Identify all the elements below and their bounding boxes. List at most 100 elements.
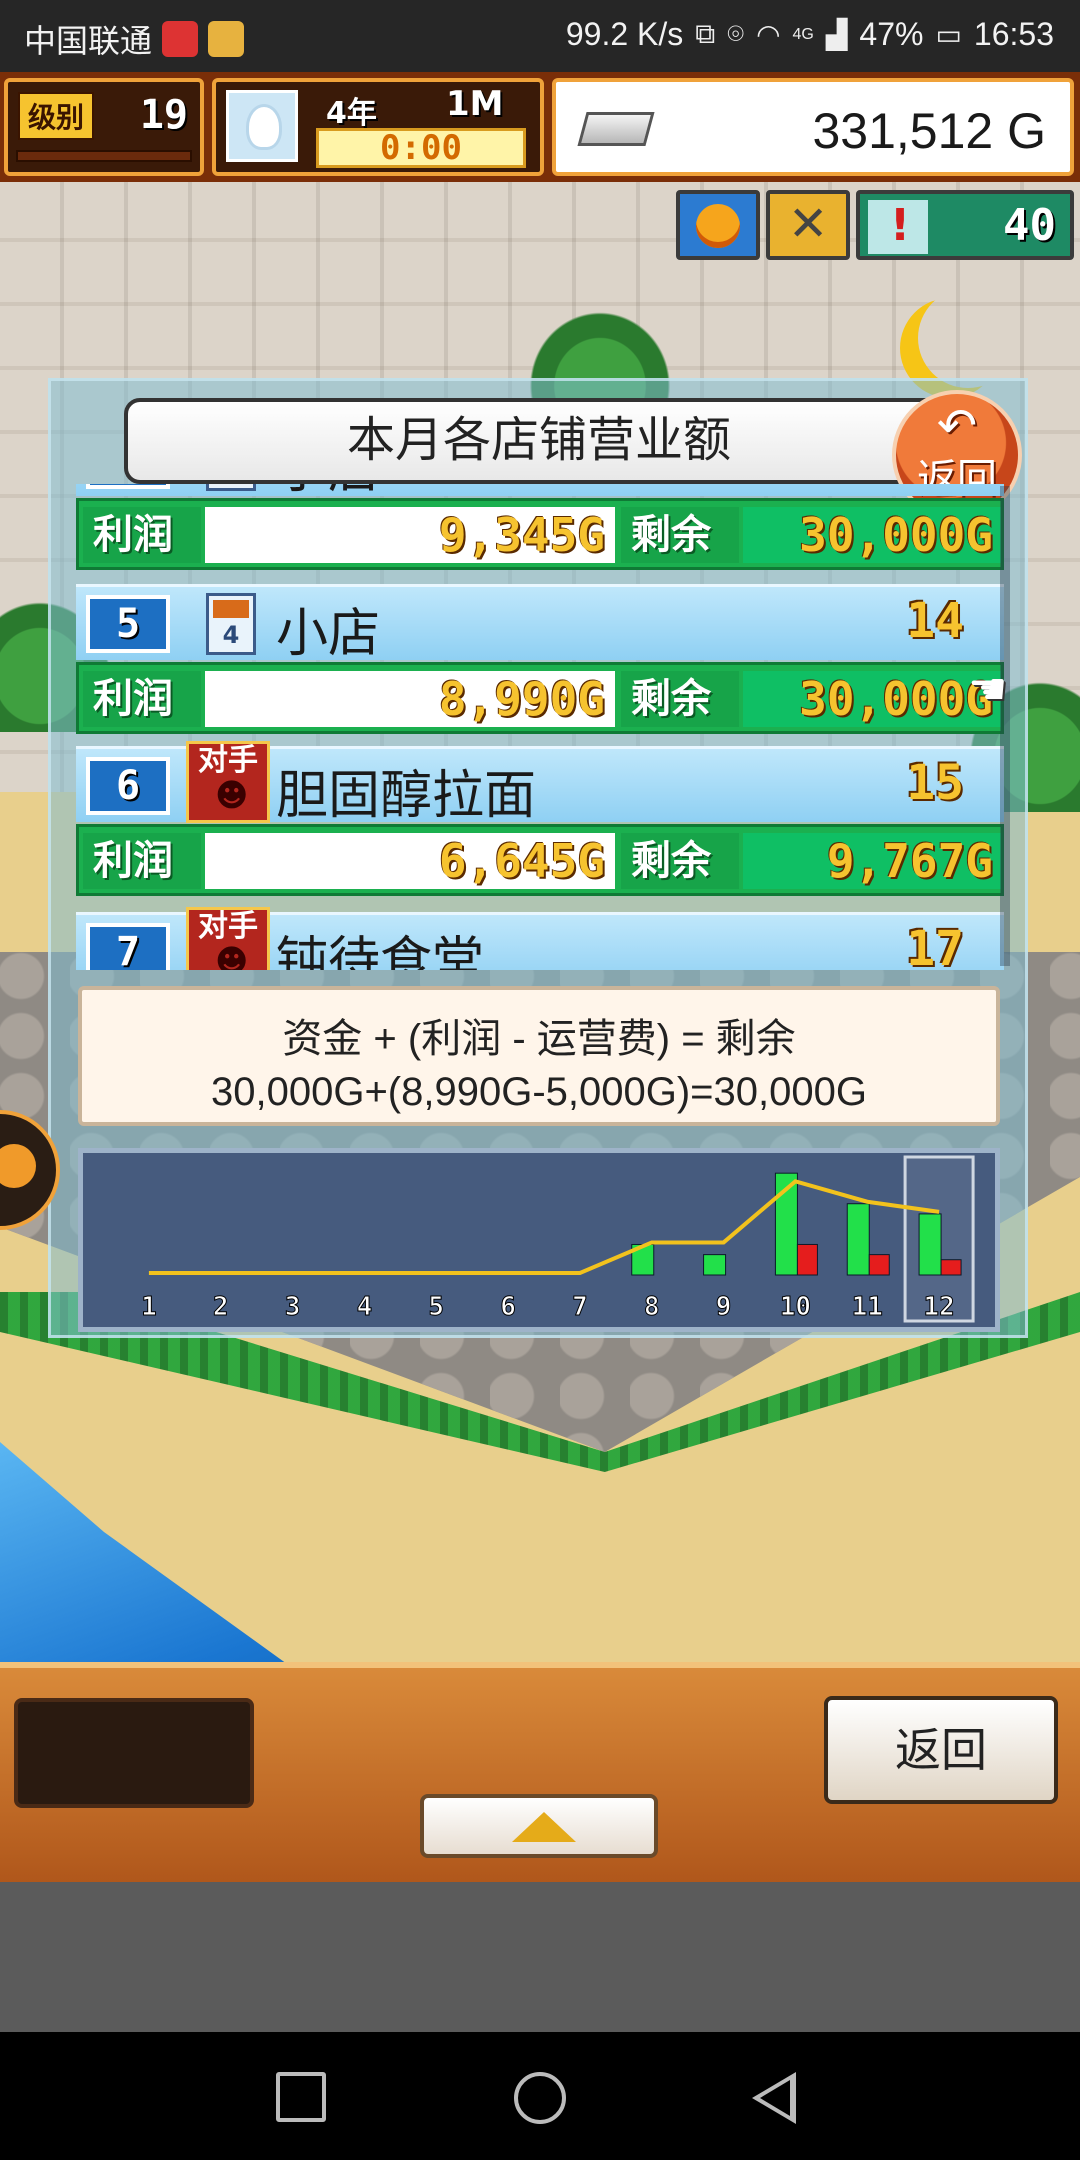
remaining-value: 30,000G xyxy=(743,507,1001,563)
chart-tick-label: 12 xyxy=(923,1292,954,1322)
notifications-button[interactable]: 40 xyxy=(856,190,1074,260)
bottom-bar: 返回 xyxy=(0,1662,1080,1882)
battery-percent: 47% xyxy=(859,16,924,52)
chart-tick-label: 7 xyxy=(572,1292,588,1322)
shop-icon: 4 xyxy=(206,593,256,655)
signal-icon: ▟ xyxy=(825,19,848,50)
profit-value: 6,645G xyxy=(205,833,615,889)
chart-tick-label: 3 xyxy=(285,1292,301,1322)
chart-line xyxy=(148,1179,940,1275)
silver-bar-icon xyxy=(577,112,655,146)
wifi-icon: ◠ xyxy=(756,19,781,50)
remaining-label: 剩余 xyxy=(621,671,739,727)
list-item[interactable]: 4 3 小店 12 利润 9,345G 剩余 30,000G xyxy=(76,484,1004,580)
moon-icon xyxy=(918,288,1018,388)
list-item[interactable]: 7 对手 钝待食堂 17 xyxy=(76,907,1004,970)
panel-title: 本月各店铺营业额 xyxy=(124,398,954,484)
shop-name: 小店 xyxy=(276,604,381,664)
list-item[interactable]: 6 对手 胆固醇拉面 15 利润 6,645G 剩余 9,767G xyxy=(76,741,1004,906)
profit-label: 利润 xyxy=(83,671,201,727)
mic-icon xyxy=(162,21,199,57)
back-button[interactable]: 返回 xyxy=(824,1696,1058,1804)
expand-up-button[interactable] xyxy=(420,1794,658,1858)
status-left: 中国联通 xyxy=(24,16,245,62)
rank-badge: 5 xyxy=(86,595,170,653)
shop-header-row: 4 3 小店 12 xyxy=(76,484,1004,500)
shop-name: 钝待食堂 xyxy=(276,932,485,970)
shop-name: 胆固醇拉面 xyxy=(276,766,537,826)
chart-svg: 1 2 3 4 5 6 7 8 9 10 11 12 xyxy=(141,1155,975,1323)
back-icon[interactable] xyxy=(752,2072,796,2124)
shop-count: 12 xyxy=(906,484,964,485)
monthly-chart: 1 2 3 4 5 6 7 8 9 10 11 12 xyxy=(78,1148,1000,1332)
chart-tick-label: 10 xyxy=(780,1292,811,1322)
game-clock: 0:00 xyxy=(316,128,526,168)
season-avatar-icon xyxy=(226,90,298,162)
chart-bar xyxy=(703,1254,727,1276)
rank-badge: 4 xyxy=(86,484,170,489)
list-item[interactable]: 5 4 小店 14 利润 8,990G 剩余 30,000G xyxy=(76,584,1004,744)
shop-finance-row: 利润 9,345G 剩余 30,000G xyxy=(76,498,1004,570)
gray-area xyxy=(0,1882,1080,2032)
location-icon: ⌾ xyxy=(727,18,745,49)
shop-count: 17 xyxy=(906,921,964,970)
battery-icon: ▭ xyxy=(935,19,962,50)
shop-header-row: 7 对手 钝待食堂 17 xyxy=(76,907,1004,970)
remaining-label: 剩余 xyxy=(621,833,739,889)
tools-button[interactable] xyxy=(766,190,850,260)
chart-bar xyxy=(940,1259,962,1276)
remaining-value: 9,767G xyxy=(743,833,1001,889)
list-scrollbar[interactable] xyxy=(1000,486,1010,966)
shop-list[interactable]: 4 3 小店 12 利润 9,345G 剩余 30,000G 5 4 小店 14… xyxy=(76,484,1004,970)
chart-bar xyxy=(868,1254,890,1276)
chart-tick-label: 6 xyxy=(500,1292,516,1322)
shop-count: 14 xyxy=(906,593,964,649)
chart-bar xyxy=(846,1203,870,1276)
pointer-hand-icon: ☚ xyxy=(968,664,1008,715)
rival-icon: 对手 xyxy=(186,741,270,823)
formula-line-2: 30,000G+(8,990G-5,000G)=30,000G xyxy=(210,1070,867,1114)
rank-badge: 6 xyxy=(86,757,170,815)
level-panel: 级别 19 xyxy=(4,78,204,176)
profit-label: 利润 xyxy=(83,507,201,563)
clock-time: 16:53 xyxy=(973,16,1054,52)
system-nav-bar xyxy=(0,2032,1080,2160)
status-right: 99.2 K/s ⧉ ⌾ ◠ 4G ▟ 47% ▭ 16:53 xyxy=(566,16,1054,53)
shop-header-row: 5 4 小店 14 xyxy=(76,584,1004,664)
network-speed: 99.2 K/s xyxy=(565,16,684,52)
chart-tick-label: 5 xyxy=(428,1292,444,1322)
profit-label: 利润 xyxy=(83,833,201,889)
formula-box: 资金 + (利润 - 运营费) = 剩余 30,000G+(8,990G-5,0… xyxy=(78,986,1000,1126)
remaining-value: 30,000G xyxy=(743,671,1001,727)
level-label: 级别 xyxy=(18,92,95,140)
profit-value: 8,990G xyxy=(205,671,615,727)
info-slot xyxy=(14,1698,254,1808)
remaining-label: 剩余 xyxy=(621,507,739,563)
shop-finance-row: 利润 8,990G 剩余 30,000G xyxy=(76,662,1004,734)
mood-button[interactable] xyxy=(676,190,760,260)
chart-tick-label: 8 xyxy=(644,1292,660,1322)
shop-finance-row: 利润 6,645G 剩余 9,767G xyxy=(76,824,1004,896)
chart-tick-label: 9 xyxy=(716,1292,732,1322)
notification-count: 40 xyxy=(1003,200,1056,251)
money-value: 331,512 G xyxy=(812,103,1046,159)
chart-tick-label: 4 xyxy=(357,1292,373,1322)
carrier-label: 中国联通 xyxy=(24,23,153,59)
chart-bar xyxy=(796,1243,818,1276)
date-panel[interactable]: 4年 1M 0:00 xyxy=(212,78,544,176)
status-bar: 中国联通 99.2 K/s ⧉ ⌾ ◠ 4G ▟ 47% ▭ 16:53 xyxy=(0,0,1080,72)
chart-tick-label: 1 xyxy=(141,1292,157,1322)
profit-value: 9,345G xyxy=(205,507,615,563)
shop-icon: 3 xyxy=(206,484,256,491)
shop-count: 15 xyxy=(906,755,964,811)
recents-icon[interactable] xyxy=(276,2072,326,2122)
rank-badge: 7 xyxy=(86,923,170,970)
money-panel: 331,512 G xyxy=(552,78,1074,176)
chart-tick-label: 2 xyxy=(213,1292,229,1322)
month-label: 1M xyxy=(446,84,504,124)
chat-icon xyxy=(208,21,245,57)
home-icon[interactable] xyxy=(514,2072,566,2124)
year-label: 4年 xyxy=(326,96,377,131)
formula-line-1: 资金 + (利润 - 运营费) = 剩余 xyxy=(282,1017,796,1061)
level-progress-bar xyxy=(16,150,192,162)
